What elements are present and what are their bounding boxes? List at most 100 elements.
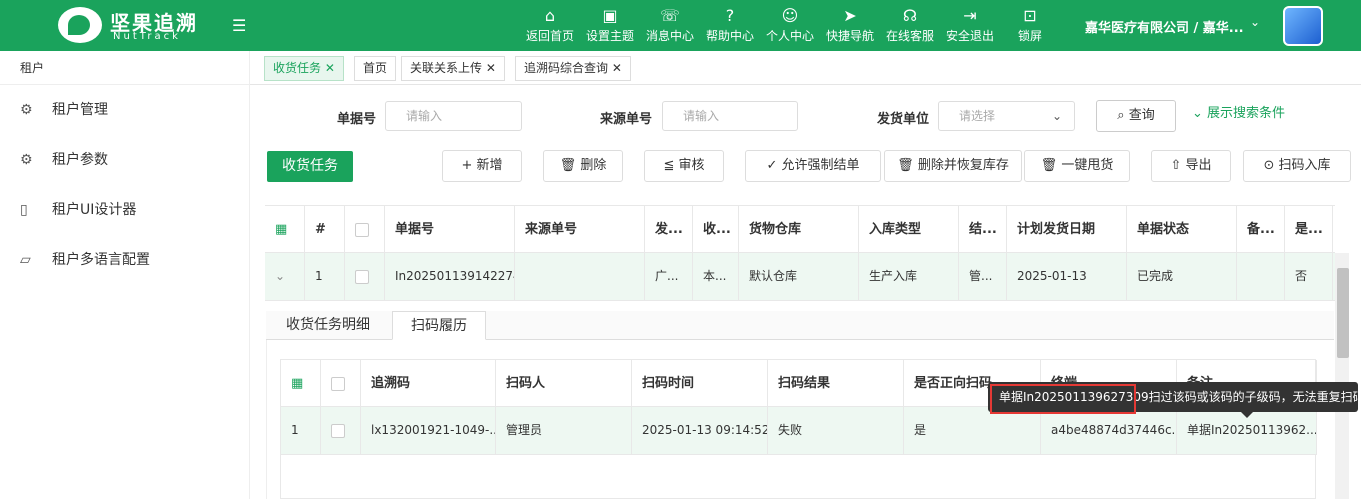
table-row[interactable]: ⌄ 1 In202501139142274 广... 本... 默认仓库 生产入… — [265, 253, 1335, 301]
delete-restore-button[interactable]: 🗑 删除并恢复库存 — [884, 150, 1022, 182]
nav-theme[interactable]: ▣ 设置主题 — [580, 5, 640, 44]
language-icon: ▱ — [20, 252, 31, 268]
col-trace-code[interactable]: 追溯码 — [361, 360, 496, 406]
column-settings-icon[interactable]: ▦ — [265, 206, 305, 252]
plus-icon: + — [461, 158, 473, 173]
close-icon[interactable]: ✕ — [325, 61, 335, 75]
delete-button[interactable]: 🗑 删除 — [543, 150, 623, 182]
query-button[interactable]: ⌕ 查询 — [1096, 100, 1176, 132]
col-src-no[interactable]: 来源单号 — [515, 206, 645, 252]
col-flag[interactable]: 是... — [1285, 206, 1333, 252]
chevron-down-icon: ⌄ — [1192, 106, 1203, 121]
close-icon[interactable]: ✕ — [612, 61, 622, 75]
user-icon: ☺ — [781, 6, 799, 25]
theme-icon: ▣ — [602, 6, 618, 25]
detail-tabs: 收货任务明细 扫码履历 — [266, 311, 1334, 340]
tab-trace-query[interactable]: 追溯码综合查询 ✕ — [515, 56, 631, 81]
nav-shortcuts[interactable]: ➤ 快捷导航 — [820, 5, 880, 44]
doc-no-input[interactable]: 请输入 — [385, 101, 522, 131]
company-name[interactable]: 嘉华医疗有限公司 / 嘉华... — [1085, 17, 1244, 36]
tenant-param-icon: ⚙ — [20, 152, 33, 168]
tab-relation-upload[interactable]: 关联关系上传 ✕ — [401, 56, 505, 81]
nav-home[interactable]: ⌂ 返回首页 — [520, 5, 580, 44]
sidebar-item-language[interactable]: ▱ 租户多语言配置 — [0, 245, 250, 275]
scan-inbound-button[interactable]: ⊙ 扫码入库 — [1243, 150, 1351, 182]
lock-icon: ⊡ — [1023, 6, 1037, 25]
sidebar-item-tenant-manage[interactable]: ⚙ 租户管理 — [0, 95, 250, 125]
col-receiver[interactable]: 收... — [693, 206, 739, 252]
upload-icon: ⇧ — [1170, 158, 1182, 173]
column-settings-icon[interactable]: ▦ — [281, 360, 321, 406]
tab-receiving-task[interactable]: 收货任务 ✕ — [264, 56, 344, 81]
table-row[interactable]: 1 lx132001921-1049-... 管理员 2025-01-13 09… — [281, 407, 1317, 455]
nav-help[interactable]: ? 帮助中心 — [700, 5, 760, 44]
chevron-down-icon[interactable]: ⌄ — [1250, 15, 1260, 29]
home-icon: ⌂ — [544, 6, 556, 25]
shipper-select[interactable]: 请选择 ⌄ — [938, 101, 1075, 131]
tab-home[interactable]: 首页 — [354, 56, 397, 81]
col-scan-result[interactable]: 扫码结果 — [768, 360, 904, 406]
row-checkbox[interactable] — [345, 253, 385, 300]
trash-icon: 🗑 — [559, 158, 577, 173]
logo-icon — [58, 7, 102, 43]
add-button[interactable]: + 新增 — [442, 150, 522, 182]
logo-subtext: NutTrack — [113, 31, 181, 42]
nav-profile[interactable]: ☺ 个人中心 — [760, 5, 820, 44]
col-remark[interactable]: 备... — [1237, 206, 1285, 252]
col-scanner[interactable]: 扫码人 — [496, 360, 632, 406]
expand-search-link[interactable]: ⌄ 展示搜索条件 — [1192, 102, 1285, 121]
col-in-type[interactable]: 入库类型 — [859, 206, 959, 252]
expand-row-icon[interactable]: ⌄ — [265, 253, 305, 300]
chevron-down-icon: ⌄ — [1051, 109, 1062, 123]
tab-bar: 收货任务 ✕ 首页 关联关系上传 ✕ 追溯码综合查询 ✕ — [250, 51, 1361, 85]
col-status[interactable]: 单据状态 — [1127, 206, 1237, 252]
export-button[interactable]: ⇧ 导出 — [1151, 150, 1231, 182]
tab-scan-history[interactable]: 扫码履历 — [392, 311, 486, 340]
src-no-input[interactable]: 请输入 — [662, 101, 798, 131]
sidebar-item-tenant-params[interactable]: ⚙ 租户参数 — [0, 145, 250, 175]
logo[interactable]: 坚果追溯 NutTrack — [58, 5, 198, 45]
audit-button[interactable]: ≦ 审核 — [644, 150, 724, 182]
sidebar-title: 租户 — [0, 51, 249, 85]
help-icon: ? — [725, 6, 735, 25]
select-all-checkbox[interactable] — [345, 206, 385, 252]
scrollbar-thumb[interactable] — [1337, 268, 1349, 358]
nav-support[interactable]: ☊ 在线客服 — [880, 5, 940, 44]
top-bar: 坚果追溯 NutTrack ☰ ⌂ 返回首页 ▣ 设置主题 ☏ 消息中心 ? 帮助中心 … — [0, 0, 1361, 51]
dump-stock-button[interactable]: 🗑 一键甩货 — [1024, 150, 1130, 182]
col-shipper[interactable]: 发... — [645, 206, 693, 252]
page-title: 收货任务 — [267, 151, 353, 182]
shipper-label: 发货单位 — [877, 112, 930, 127]
close-icon[interactable]: ✕ — [486, 61, 496, 75]
nav-logout[interactable]: ⇥ 安全退出 — [940, 5, 1000, 44]
scan-history-table: ▦ 追溯码 扫码人 扫码时间 扫码结果 是否正向扫码 终端 备注 1 lx132… — [280, 359, 1317, 499]
force-close-button[interactable]: ✓ 允许强制结单 — [745, 150, 881, 182]
col-plan-date[interactable]: 计划发货日期 — [1007, 206, 1127, 252]
trash-icon: 🗑 — [1040, 158, 1058, 173]
sidebar-item-ui-designer[interactable]: ▯ 租户UI设计器 — [0, 195, 250, 225]
sidebar: 租户 ⚙ 租户管理 ⚙ 租户参数 ▯ 租户UI设计器 ▱ 租户多语言配置 — [0, 51, 250, 499]
col-index: # — [305, 206, 345, 252]
src-no-label: 来源单号 — [600, 112, 653, 127]
avatar[interactable] — [1283, 6, 1323, 46]
navigation-icon: ➤ — [843, 6, 857, 25]
col-settle[interactable]: 结... — [959, 206, 1007, 252]
col-warehouse[interactable]: 货物仓库 — [739, 206, 859, 252]
select-all-checkbox[interactable] — [321, 360, 361, 406]
col-doc-no[interactable]: 单据号 — [385, 206, 515, 252]
nav-messages[interactable]: ☏ 消息中心 — [640, 5, 700, 44]
doc-no-label: 单据号 — [337, 112, 377, 127]
tab-receiving-detail[interactable]: 收货任务明细 — [268, 311, 388, 340]
table-header: ▦ # 单据号 来源单号 发... 收... 货物仓库 入库类型 结... 计划… — [265, 205, 1335, 253]
audit-icon: ≦ — [663, 158, 675, 173]
message-icon: ☏ — [659, 6, 680, 25]
col-scan-time[interactable]: 扫码时间 — [632, 360, 768, 406]
nav-lock[interactable]: ⊡ 锁屏 — [1000, 5, 1060, 44]
tenant-manage-icon: ⚙ — [20, 102, 33, 118]
search-icon: ⌕ — [1117, 108, 1125, 123]
check-circle-icon: ⊙ — [1263, 158, 1275, 173]
menu-toggle-icon[interactable]: ☰ — [232, 16, 246, 35]
row-checkbox[interactable] — [321, 407, 361, 454]
logout-icon: ⇥ — [963, 6, 977, 25]
trash-icon: 🗑 — [897, 158, 914, 173]
